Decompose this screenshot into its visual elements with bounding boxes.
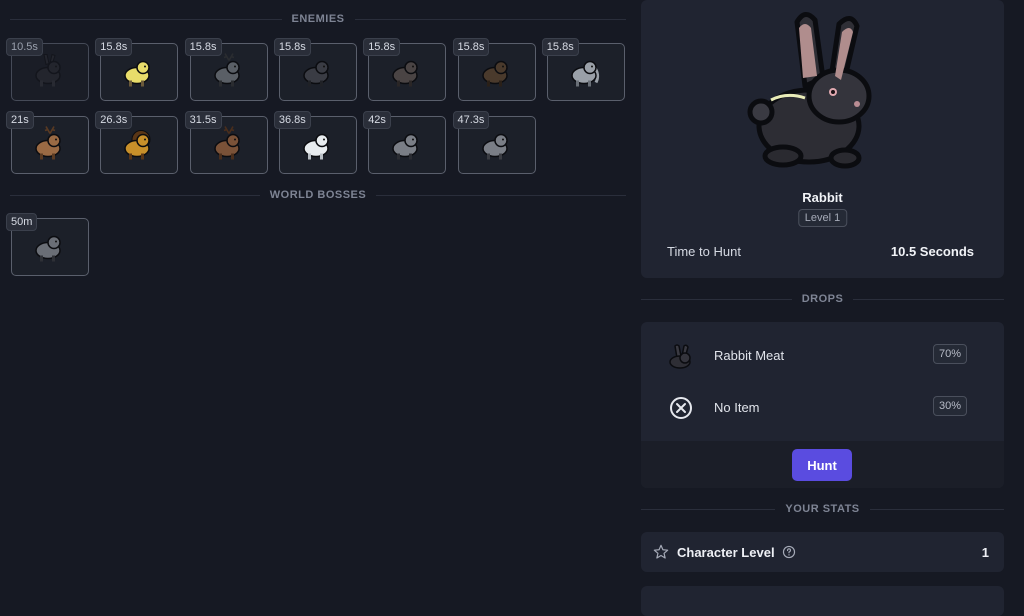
your-stats-heading: YOUR STATS — [785, 503, 860, 515]
hunt-timer-badge: 15.8s — [363, 38, 401, 56]
drop-chance-badge: 30% — [932, 396, 967, 416]
time-to-hunt-label: Time to Hunt — [667, 244, 741, 259]
divider — [10, 18, 282, 20]
character-level-row: Character Level 1 — [641, 532, 1004, 572]
drop-row-no-item: No Item 30% — [641, 390, 1004, 430]
your-stats-section-header: YOUR STATS — [641, 503, 1005, 515]
drops-panel: Rabbit Meat 70% No Item 30% Hunt — [641, 322, 1004, 488]
enemy-card-lion[interactable]: 26.3s — [95, 111, 179, 174]
duck-icon — [121, 53, 157, 94]
selected-enemy-name: Rabbit — [802, 190, 843, 205]
drop-chance-badge: 70% — [932, 344, 967, 364]
hunt-timer-badge: 50m — [6, 213, 38, 231]
elk-icon — [32, 126, 68, 167]
selected-enemy-panel: Rabbit Level 1 Time to Hunt 10.5 Seconds — [641, 0, 1004, 278]
divider — [869, 508, 1005, 510]
enemy-card-elk[interactable]: 21s — [6, 111, 89, 174]
drops-footer: Hunt — [641, 441, 1004, 488]
hunt-timer-badge: 15.8s — [273, 38, 311, 56]
star-icon — [653, 544, 669, 559]
enemy-card-wolf-boss[interactable]: 50m — [6, 213, 89, 276]
divider — [641, 298, 792, 300]
enemy-card-rabbit[interactable]: 10.5s — [6, 38, 89, 101]
boar-icon — [389, 53, 425, 94]
rabbit-portrait — [747, 12, 872, 169]
enemy-card-elephant[interactable]: 15.8s — [541, 38, 625, 101]
lion-icon — [121, 126, 157, 167]
drop-label: Rabbit Meat — [714, 348, 785, 363]
rabbit-icon — [32, 53, 68, 94]
enemies-heading: ENEMIES — [291, 13, 345, 25]
enemy-card-moose[interactable]: 31.5s — [184, 111, 268, 174]
hunt-timer-badge: 42s — [363, 111, 391, 129]
hunt-timer-badge: 15.8s — [184, 38, 222, 56]
enemy-card-raccoon[interactable]: 42s — [363, 111, 447, 174]
moose-icon — [211, 126, 247, 167]
world-bosses-heading: WORLD BOSSES — [269, 189, 367, 201]
drop-label: No Item — [714, 400, 760, 415]
hunt-button[interactable]: Hunt — [792, 449, 852, 481]
character-level-label: Character Level — [677, 545, 775, 560]
help-icon[interactable] — [782, 545, 796, 559]
enemy-card-wolf[interactable]: 47.3s — [452, 111, 536, 174]
hunt-timer-badge: 21s — [6, 111, 34, 129]
wolf-boss-icon — [32, 228, 68, 269]
drop-row-rabbit-meat: Rabbit Meat 70% — [641, 338, 1004, 378]
hunt-timer-badge: 36.8s — [273, 111, 311, 129]
raccoon-icon — [389, 126, 425, 167]
divider — [354, 18, 627, 20]
divider — [853, 298, 1004, 300]
hunt-timer-badge: 10.5s — [6, 38, 43, 56]
deer-icon — [211, 53, 247, 94]
drops-section-header: DROPS — [641, 293, 1004, 305]
enemy-card-deer[interactable]: 15.8s — [184, 38, 268, 101]
character-level-value: 1 — [981, 545, 989, 560]
enemy-card-polar-bear[interactable]: 36.8s — [273, 111, 357, 174]
enemy-card-boar[interactable]: 15.8s — [363, 38, 447, 101]
selected-enemy-level-badge: Level 1 — [797, 209, 848, 227]
wolf-icon — [479, 126, 515, 167]
hunt-timer-badge: 15.8s — [541, 38, 579, 56]
divider — [10, 194, 260, 196]
bear-icon — [300, 53, 336, 94]
drops-heading: DROPS — [801, 293, 844, 305]
divider — [376, 194, 627, 196]
hunt-timer-badge: 47.3s — [452, 111, 490, 129]
enemy-card-bison[interactable]: 15.8s — [452, 38, 536, 101]
hunt-timer-badge: 26.3s — [95, 111, 133, 129]
no-item-icon — [670, 397, 692, 419]
rabbit-meat-icon — [669, 344, 691, 369]
world-bosses-section-header: WORLD BOSSES — [10, 189, 627, 201]
hunt-timer-badge: 15.8s — [452, 38, 490, 56]
hunt-timer-badge: 15.8s — [95, 38, 133, 56]
bison-icon — [479, 53, 515, 94]
stat-row-next — [641, 586, 1004, 616]
time-to-hunt-value: 10.5 Seconds — [890, 244, 974, 259]
hunt-timer-badge: 31.5s — [184, 111, 222, 129]
elephant-icon — [568, 53, 604, 94]
enemy-card-bear[interactable]: 15.8s — [273, 38, 357, 101]
enemies-section-header: ENEMIES — [10, 13, 627, 25]
divider — [641, 508, 776, 510]
polar-bear-icon — [300, 126, 336, 167]
enemy-card-duck[interactable]: 15.8s — [95, 38, 179, 101]
